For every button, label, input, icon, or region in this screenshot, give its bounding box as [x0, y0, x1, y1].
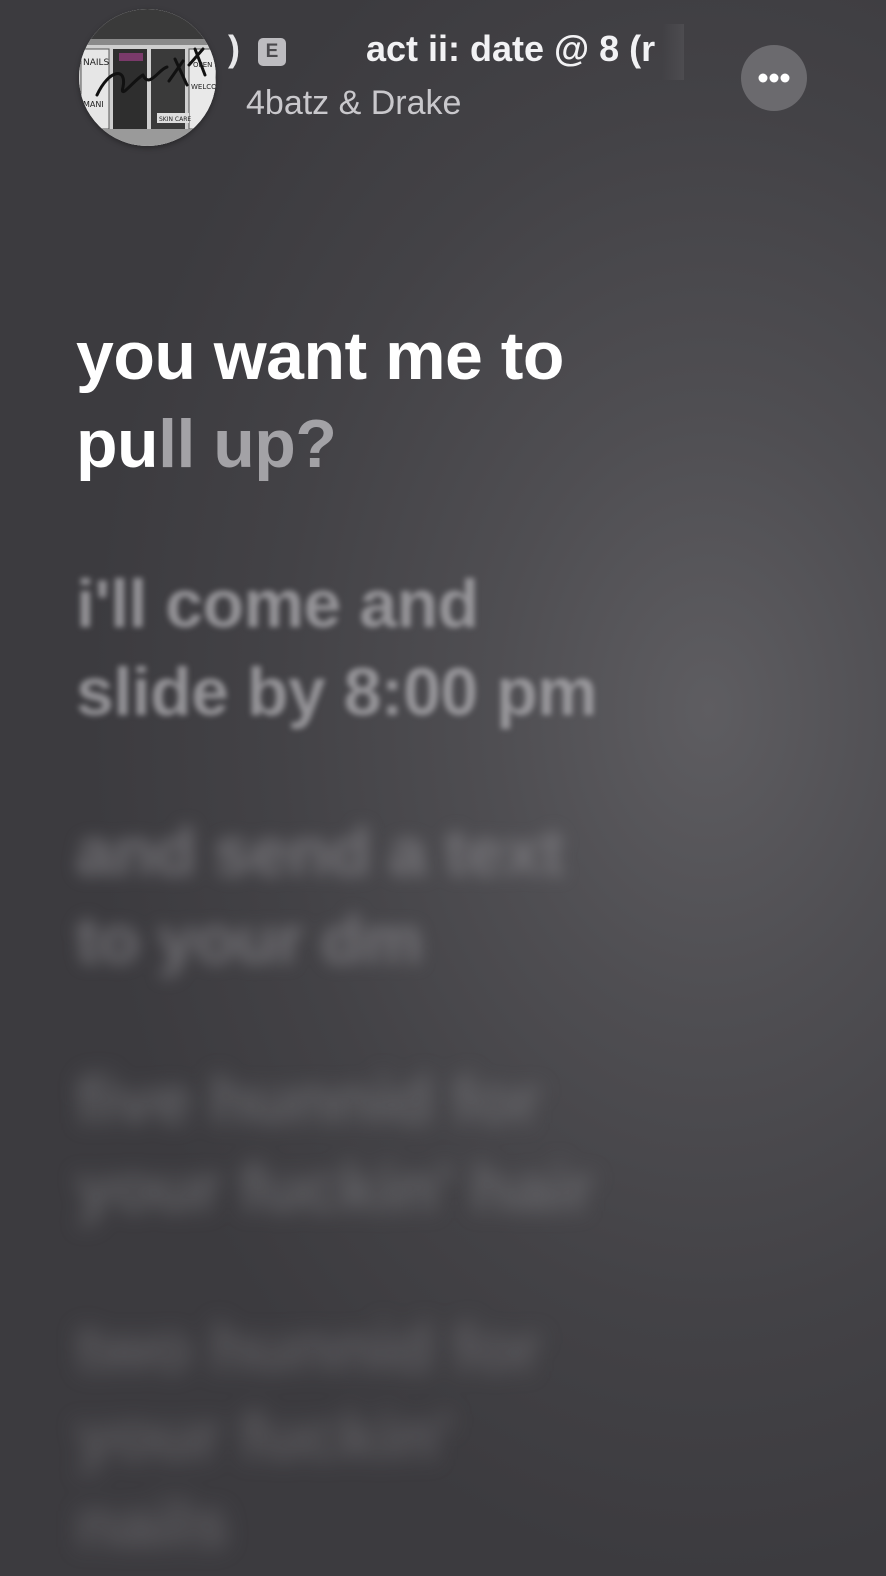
lyric-line-active[interactable]: you want me to pull up?	[76, 312, 776, 488]
album-artwork[interactable]: NAILS MANI OPEN WELCOM SKIN CARE	[79, 9, 216, 146]
lyric-line-text: nails	[76, 1486, 229, 1562]
svg-text:WELCOM: WELCOM	[191, 83, 216, 91]
lyric-line-text: two hunnid for	[76, 1310, 542, 1386]
storefront-photo-icon: NAILS MANI OPEN WELCOM SKIN CARE	[79, 9, 216, 146]
lyric-active-line-1: you want me to	[76, 318, 564, 394]
artist-name[interactable]: 4batz & Drake	[246, 84, 461, 123]
svg-text:NAILS: NAILS	[83, 58, 110, 68]
lyric-line-text: to your dm	[76, 902, 423, 978]
lyric-line-text: five hunnid for	[76, 1062, 541, 1138]
lyric-line-upcoming[interactable]: two hunnid for your fuckin' nails	[76, 1304, 776, 1568]
lyric-line-upcoming[interactable]: and send a text to your dm	[76, 808, 776, 984]
lyrics-list: you want me to pull up? i'll come and sl…	[76, 312, 776, 1568]
track-title-previous-fragment: )	[228, 28, 241, 69]
lyric-line-upcoming[interactable]: i'll come and slide by 8:00 pm	[76, 560, 776, 736]
svg-text:MANI: MANI	[83, 100, 104, 109]
lyric-line-text: your fuckin' hair	[76, 1150, 594, 1226]
svg-text:SKIN CARE: SKIN CARE	[159, 116, 191, 123]
lyric-sung-portion: pu	[76, 406, 159, 482]
now-playing-header: NAILS MANI OPEN WELCOM SKIN CARE ) E act…	[0, 0, 886, 160]
lyric-line-text: your fuckin'	[76, 1398, 453, 1474]
track-title: act ii: date @ 8 (r	[366, 28, 656, 69]
lyrics-screen: NAILS MANI OPEN WELCOM SKIN CARE ) E act…	[0, 0, 886, 1576]
lyric-active-line-2: pull up?	[76, 400, 776, 488]
lyric-line-text: and send a text	[76, 814, 564, 890]
lyric-line-text: slide by 8:00 pm	[76, 654, 598, 730]
explicit-badge: E	[258, 38, 286, 66]
lyric-line-upcoming[interactable]: five hunnid for your fuckin' hair	[76, 1056, 776, 1232]
marquee-fade	[662, 24, 684, 80]
lyric-unsung-portion: ll up?	[158, 406, 337, 482]
ellipsis-icon	[758, 73, 790, 83]
lyric-line-text: i'll come and	[76, 566, 479, 642]
more-options-button[interactable]	[741, 45, 807, 111]
track-title-marquee[interactable]: ) E act ii: date @ 8 (r	[216, 24, 684, 80]
